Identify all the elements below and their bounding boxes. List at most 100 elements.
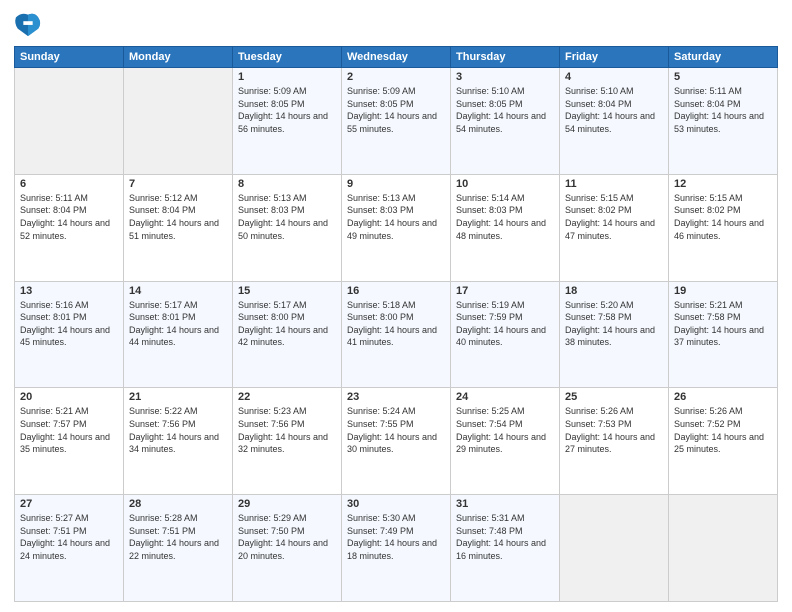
day-info: Sunrise: 5:14 AMSunset: 8:03 PMDaylight:… (456, 192, 554, 242)
day-cell: 12 Sunrise: 5:15 AMSunset: 8:02 PMDaylig… (669, 174, 778, 281)
day-number: 27 (20, 498, 118, 510)
day-number: 22 (238, 391, 336, 403)
day-info: Sunrise: 5:30 AMSunset: 7:49 PMDaylight:… (347, 512, 445, 562)
header-cell-sunday: Sunday (15, 47, 124, 68)
day-number: 23 (347, 391, 445, 403)
week-row-3: 13 Sunrise: 5:16 AMSunset: 8:01 PMDaylig… (15, 281, 778, 388)
day-info: Sunrise: 5:31 AMSunset: 7:48 PMDaylight:… (456, 512, 554, 562)
day-number: 4 (565, 71, 663, 83)
day-cell: 23 Sunrise: 5:24 AMSunset: 7:55 PMDaylig… (342, 388, 451, 495)
day-cell: 5 Sunrise: 5:11 AMSunset: 8:04 PMDayligh… (669, 68, 778, 175)
day-cell: 21 Sunrise: 5:22 AMSunset: 7:56 PMDaylig… (124, 388, 233, 495)
day-info: Sunrise: 5:23 AMSunset: 7:56 PMDaylight:… (238, 405, 336, 455)
day-info: Sunrise: 5:15 AMSunset: 8:02 PMDaylight:… (565, 192, 663, 242)
header-cell-wednesday: Wednesday (342, 47, 451, 68)
day-info: Sunrise: 5:20 AMSunset: 7:58 PMDaylight:… (565, 299, 663, 349)
day-number: 14 (129, 285, 227, 297)
day-cell: 28 Sunrise: 5:28 AMSunset: 7:51 PMDaylig… (124, 495, 233, 602)
day-number: 8 (238, 178, 336, 190)
day-cell: 18 Sunrise: 5:20 AMSunset: 7:58 PMDaylig… (560, 281, 669, 388)
day-number: 1 (238, 71, 336, 83)
day-cell: 2 Sunrise: 5:09 AMSunset: 8:05 PMDayligh… (342, 68, 451, 175)
day-cell: 27 Sunrise: 5:27 AMSunset: 7:51 PMDaylig… (15, 495, 124, 602)
day-info: Sunrise: 5:26 AMSunset: 7:52 PMDaylight:… (674, 405, 772, 455)
week-row-4: 20 Sunrise: 5:21 AMSunset: 7:57 PMDaylig… (15, 388, 778, 495)
day-cell: 7 Sunrise: 5:12 AMSunset: 8:04 PMDayligh… (124, 174, 233, 281)
day-cell: 26 Sunrise: 5:26 AMSunset: 7:52 PMDaylig… (669, 388, 778, 495)
day-info: Sunrise: 5:22 AMSunset: 7:56 PMDaylight:… (129, 405, 227, 455)
day-cell: 13 Sunrise: 5:16 AMSunset: 8:01 PMDaylig… (15, 281, 124, 388)
day-cell: 19 Sunrise: 5:21 AMSunset: 7:58 PMDaylig… (669, 281, 778, 388)
header (14, 10, 778, 38)
header-cell-monday: Monday (124, 47, 233, 68)
day-number: 21 (129, 391, 227, 403)
day-cell (15, 68, 124, 175)
day-info: Sunrise: 5:09 AMSunset: 8:05 PMDaylight:… (238, 85, 336, 135)
day-cell: 10 Sunrise: 5:14 AMSunset: 8:03 PMDaylig… (451, 174, 560, 281)
day-cell: 24 Sunrise: 5:25 AMSunset: 7:54 PMDaylig… (451, 388, 560, 495)
day-cell: 22 Sunrise: 5:23 AMSunset: 7:56 PMDaylig… (233, 388, 342, 495)
day-number: 17 (456, 285, 554, 297)
day-number: 9 (347, 178, 445, 190)
header-cell-thursday: Thursday (451, 47, 560, 68)
day-info: Sunrise: 5:27 AMSunset: 7:51 PMDaylight:… (20, 512, 118, 562)
week-row-1: 1 Sunrise: 5:09 AMSunset: 8:05 PMDayligh… (15, 68, 778, 175)
day-number: 7 (129, 178, 227, 190)
day-number: 29 (238, 498, 336, 510)
day-info: Sunrise: 5:11 AMSunset: 8:04 PMDaylight:… (674, 85, 772, 135)
day-info: Sunrise: 5:21 AMSunset: 7:57 PMDaylight:… (20, 405, 118, 455)
day-cell: 30 Sunrise: 5:30 AMSunset: 7:49 PMDaylig… (342, 495, 451, 602)
day-info: Sunrise: 5:12 AMSunset: 8:04 PMDaylight:… (129, 192, 227, 242)
day-cell: 25 Sunrise: 5:26 AMSunset: 7:53 PMDaylig… (560, 388, 669, 495)
day-cell: 6 Sunrise: 5:11 AMSunset: 8:04 PMDayligh… (15, 174, 124, 281)
day-cell: 16 Sunrise: 5:18 AMSunset: 8:00 PMDaylig… (342, 281, 451, 388)
day-number: 16 (347, 285, 445, 297)
day-number: 20 (20, 391, 118, 403)
day-info: Sunrise: 5:17 AMSunset: 8:01 PMDaylight:… (129, 299, 227, 349)
day-cell: 15 Sunrise: 5:17 AMSunset: 8:00 PMDaylig… (233, 281, 342, 388)
day-info: Sunrise: 5:13 AMSunset: 8:03 PMDaylight:… (238, 192, 336, 242)
day-cell (669, 495, 778, 602)
day-number: 10 (456, 178, 554, 190)
day-number: 5 (674, 71, 772, 83)
day-cell: 8 Sunrise: 5:13 AMSunset: 8:03 PMDayligh… (233, 174, 342, 281)
day-number: 26 (674, 391, 772, 403)
day-cell: 14 Sunrise: 5:17 AMSunset: 8:01 PMDaylig… (124, 281, 233, 388)
day-cell (124, 68, 233, 175)
day-info: Sunrise: 5:25 AMSunset: 7:54 PMDaylight:… (456, 405, 554, 455)
day-info: Sunrise: 5:29 AMSunset: 7:50 PMDaylight:… (238, 512, 336, 562)
day-cell: 17 Sunrise: 5:19 AMSunset: 7:59 PMDaylig… (451, 281, 560, 388)
day-info: Sunrise: 5:28 AMSunset: 7:51 PMDaylight:… (129, 512, 227, 562)
day-info: Sunrise: 5:09 AMSunset: 8:05 PMDaylight:… (347, 85, 445, 135)
day-info: Sunrise: 5:26 AMSunset: 7:53 PMDaylight:… (565, 405, 663, 455)
day-number: 3 (456, 71, 554, 83)
header-cell-friday: Friday (560, 47, 669, 68)
day-number: 11 (565, 178, 663, 190)
day-info: Sunrise: 5:11 AMSunset: 8:04 PMDaylight:… (20, 192, 118, 242)
day-info: Sunrise: 5:18 AMSunset: 8:00 PMDaylight:… (347, 299, 445, 349)
day-info: Sunrise: 5:10 AMSunset: 8:04 PMDaylight:… (565, 85, 663, 135)
day-number: 2 (347, 71, 445, 83)
day-cell: 31 Sunrise: 5:31 AMSunset: 7:48 PMDaylig… (451, 495, 560, 602)
header-cell-saturday: Saturday (669, 47, 778, 68)
day-number: 30 (347, 498, 445, 510)
day-number: 13 (20, 285, 118, 297)
day-info: Sunrise: 5:21 AMSunset: 7:58 PMDaylight:… (674, 299, 772, 349)
logo-icon (14, 10, 42, 38)
day-info: Sunrise: 5:13 AMSunset: 8:03 PMDaylight:… (347, 192, 445, 242)
day-cell (560, 495, 669, 602)
day-number: 18 (565, 285, 663, 297)
day-info: Sunrise: 5:15 AMSunset: 8:02 PMDaylight:… (674, 192, 772, 242)
page: SundayMondayTuesdayWednesdayThursdayFrid… (0, 0, 792, 612)
day-cell: 1 Sunrise: 5:09 AMSunset: 8:05 PMDayligh… (233, 68, 342, 175)
day-info: Sunrise: 5:17 AMSunset: 8:00 PMDaylight:… (238, 299, 336, 349)
day-number: 12 (674, 178, 772, 190)
day-number: 31 (456, 498, 554, 510)
day-info: Sunrise: 5:16 AMSunset: 8:01 PMDaylight:… (20, 299, 118, 349)
week-row-5: 27 Sunrise: 5:27 AMSunset: 7:51 PMDaylig… (15, 495, 778, 602)
day-cell: 9 Sunrise: 5:13 AMSunset: 8:03 PMDayligh… (342, 174, 451, 281)
day-number: 15 (238, 285, 336, 297)
calendar-table: SundayMondayTuesdayWednesdayThursdayFrid… (14, 46, 778, 602)
day-number: 19 (674, 285, 772, 297)
day-info: Sunrise: 5:10 AMSunset: 8:05 PMDaylight:… (456, 85, 554, 135)
